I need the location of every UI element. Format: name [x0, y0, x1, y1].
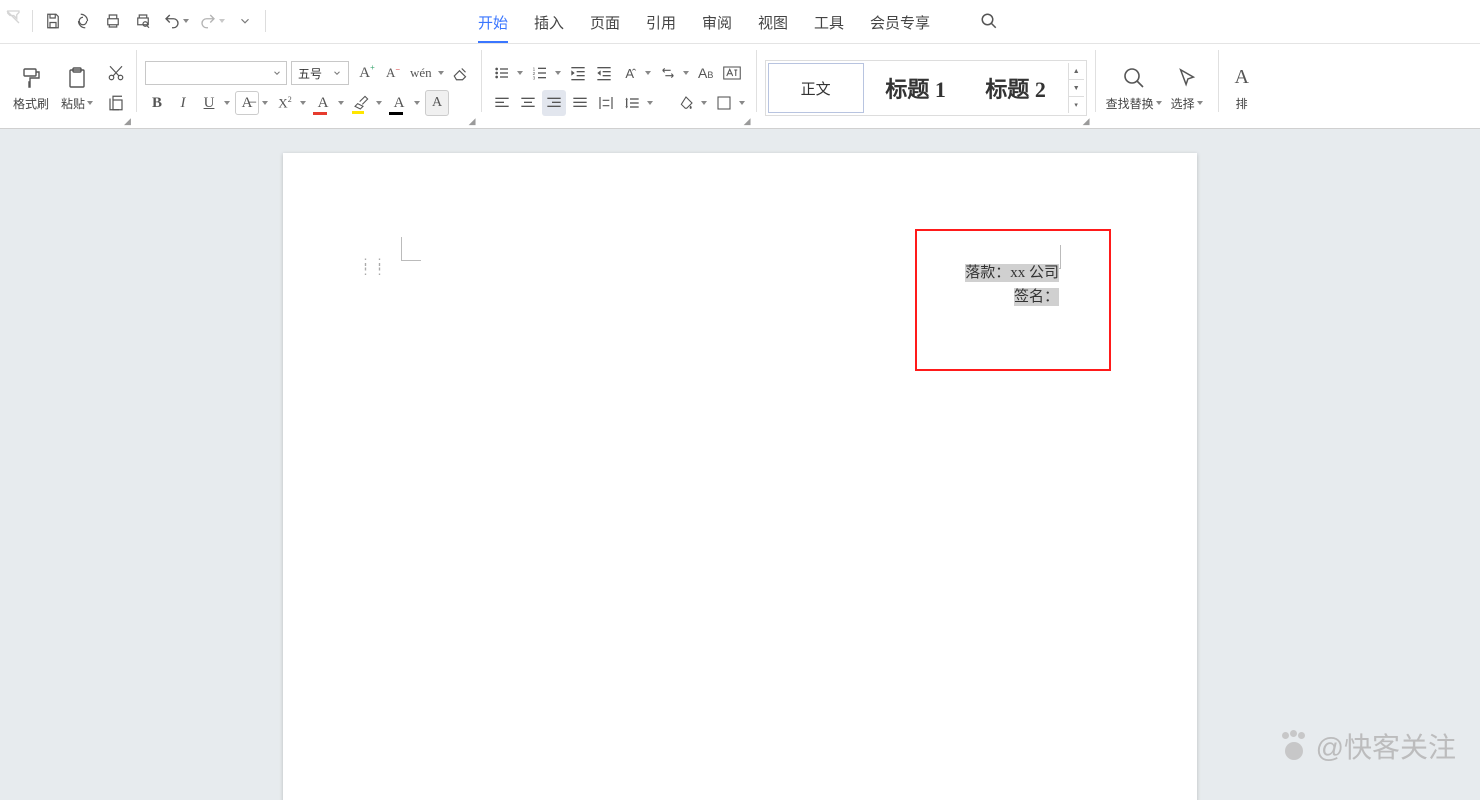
document-canvas[interactable]: ⋮⋮⋮⋮ 落款：xx 公司 签名： [0, 129, 1480, 800]
ribbon: 格式刷 粘贴 ◢ 五号 [0, 43, 1480, 129]
selected-text-block[interactable]: 落款：xx 公司 签名： [965, 261, 1059, 309]
font-size-combo[interactable]: 五号 [291, 61, 349, 85]
ribbon-group-font: 五号 A+ A− wén B I U A̶ X2 A A [137, 44, 481, 128]
chevron-down-icon[interactable] [332, 66, 342, 81]
margin-marker [401, 237, 421, 261]
numbering-button[interactable]: 123 [528, 60, 564, 86]
superscript-button[interactable]: X2 [273, 90, 309, 116]
find-replace-button[interactable]: 查找替换 [1104, 52, 1164, 124]
search-icon[interactable] [976, 8, 1002, 37]
underline-button[interactable]: U [197, 90, 233, 116]
arrange-label: 排 [1236, 95, 1248, 112]
strikethrough-button[interactable]: A̶ [235, 90, 271, 116]
dialog-launcher-icon[interactable]: ◢ [744, 116, 754, 126]
decrease-indent-button[interactable] [566, 60, 590, 86]
undo-button[interactable] [159, 7, 193, 35]
highlight-button[interactable] [349, 90, 385, 116]
paste-button[interactable]: 粘贴 [54, 52, 100, 124]
ribbon-group-editing: 查找替换 选择 [1096, 44, 1218, 128]
clear-format-button[interactable] [449, 60, 473, 86]
tab-insert[interactable]: 插入 [534, 2, 564, 43]
paste-label: 粘贴 [61, 95, 85, 112]
italic-button[interactable]: I [171, 90, 195, 116]
tab-member[interactable]: 会员专享 [870, 2, 930, 43]
borders-button[interactable] [712, 90, 748, 116]
text-direction-button[interactable] [656, 60, 692, 86]
align-center-button[interactable] [516, 90, 540, 116]
chevron-down-icon[interactable] [219, 19, 225, 23]
watermark: @快客关注 [1278, 726, 1456, 766]
tab-reference[interactable]: 引用 [646, 2, 676, 43]
char-border-button[interactable] [720, 60, 744, 86]
align-left-button[interactable] [490, 90, 514, 116]
style-heading1[interactable]: 标题 1 [868, 63, 964, 113]
cut-button[interactable] [104, 60, 128, 86]
find-replace-label: 查找替换 [1106, 95, 1154, 112]
text-line-1[interactable]: 落款：xx 公司 [965, 264, 1059, 282]
paste-icon [63, 65, 91, 91]
print-preview-icon[interactable] [129, 7, 157, 35]
increase-indent-button[interactable] [592, 60, 616, 86]
select-button[interactable]: 选择 [1164, 52, 1210, 124]
chevron-down-icon[interactable] [272, 66, 282, 81]
arrange-button[interactable]: A 排 [1227, 52, 1257, 124]
format-painter-button[interactable]: 格式刷 [8, 52, 54, 124]
format-painter-label: 格式刷 [13, 95, 49, 112]
watermark-text: @快客关注 [1316, 726, 1456, 766]
ribbon-group-paragraph: 123 А̂ AB [482, 44, 756, 128]
cursor-icon [1173, 65, 1201, 91]
paw-icon [1278, 730, 1310, 762]
align-justify-button[interactable] [568, 90, 592, 116]
shading-button[interactable] [674, 90, 710, 116]
shrink-font-button[interactable]: A− [381, 60, 405, 86]
vertical-text-button[interactable]: AB [694, 60, 718, 86]
chevron-down-icon[interactable] [183, 19, 189, 23]
dialog-launcher-icon[interactable]: ◢ [1083, 116, 1093, 126]
search-icon [1120, 65, 1148, 91]
line-spacing-button[interactable] [620, 90, 656, 116]
select-label: 选择 [1171, 95, 1195, 112]
styles-scroll[interactable]: ▲▼▾ [1068, 63, 1084, 113]
text-effects-button[interactable]: A [387, 90, 423, 116]
ribbon-group-clipboard: 格式刷 粘贴 ◢ [0, 44, 136, 128]
font-family-combo[interactable] [145, 61, 287, 85]
anchor-icon[interactable]: ⋮⋮⋮⋮ [359, 261, 371, 273]
tab-review[interactable]: 审阅 [702, 2, 732, 43]
asian-layout-button[interactable]: А̂ [618, 60, 654, 86]
char-shading-button[interactable]: A [425, 90, 449, 116]
tab-start[interactable]: 开始 [478, 2, 508, 43]
document-page[interactable]: ⋮⋮⋮⋮ 落款：xx 公司 签名： [283, 153, 1197, 800]
style-heading2[interactable]: 标题 2 [968, 63, 1064, 113]
copy-button[interactable] [104, 90, 128, 116]
pin-icon[interactable] [4, 8, 20, 24]
text-line-2[interactable]: 签名： [1014, 288, 1059, 306]
tab-tools[interactable]: 工具 [814, 2, 844, 43]
bullets-button[interactable] [490, 60, 526, 86]
text-icon: A [1228, 65, 1256, 91]
save-icon[interactable] [39, 7, 67, 35]
tab-page[interactable]: 页面 [590, 2, 620, 43]
dialog-launcher-icon[interactable]: ◢ [469, 116, 479, 126]
svg-text:3: 3 [532, 76, 535, 81]
ribbon-group-styles: 正文 标题 1 标题 2 ▲▼▾ ◢ [757, 44, 1095, 128]
style-body[interactable]: 正文 [768, 63, 864, 113]
sync-icon[interactable] [69, 7, 97, 35]
dialog-launcher-icon[interactable]: ◢ [124, 116, 134, 126]
redo-button[interactable] [195, 7, 229, 35]
align-right-button[interactable] [542, 90, 566, 116]
change-case-button[interactable]: wén [407, 60, 447, 86]
bold-button[interactable]: B [145, 90, 169, 116]
font-color-button[interactable]: A [311, 90, 347, 116]
distribute-button[interactable] [594, 90, 618, 116]
format-painter-icon [17, 65, 45, 91]
ribbon-group-arrange: A 排 [1219, 44, 1257, 128]
grow-font-button[interactable]: A+ [355, 60, 379, 86]
chevron-down-icon[interactable] [87, 101, 93, 105]
qat-more-button[interactable] [231, 7, 259, 35]
print-icon[interactable] [99, 7, 127, 35]
tab-view[interactable]: 视图 [758, 2, 788, 43]
font-size-value: 五号 [298, 65, 322, 82]
